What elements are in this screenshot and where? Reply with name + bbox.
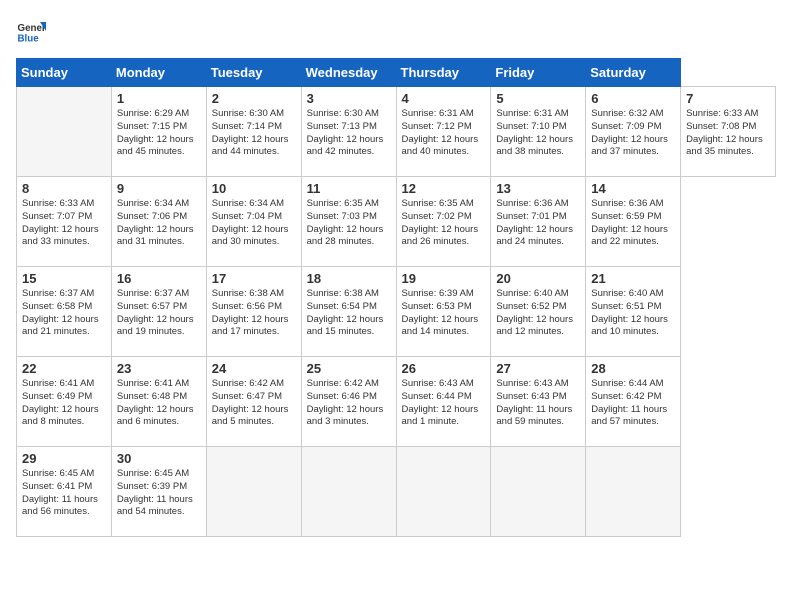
- calendar-week-4: 22Sunrise: 6:41 AMSunset: 6:49 PMDayligh…: [17, 357, 776, 447]
- table-row: 19Sunrise: 6:39 AMSunset: 6:53 PMDayligh…: [396, 267, 491, 357]
- svg-text:Blue: Blue: [18, 34, 40, 45]
- table-row: 20Sunrise: 6:40 AMSunset: 6:52 PMDayligh…: [491, 267, 586, 357]
- table-row: 4Sunrise: 6:31 AMSunset: 7:12 PMDaylight…: [396, 87, 491, 177]
- calendar-table: SundayMondayTuesdayWednesdayThursdayFrid…: [16, 58, 776, 537]
- logo: General Blue: [16, 16, 46, 46]
- table-row: [301, 447, 396, 537]
- table-row: [491, 447, 586, 537]
- table-row: 7Sunrise: 6:33 AMSunset: 7:08 PMDaylight…: [681, 87, 776, 177]
- calendar-header-row: SundayMondayTuesdayWednesdayThursdayFrid…: [17, 59, 776, 87]
- table-row: 28Sunrise: 6:44 AMSunset: 6:42 PMDayligh…: [586, 357, 681, 447]
- table-row: 1Sunrise: 6:29 AMSunset: 7:15 PMDaylight…: [111, 87, 206, 177]
- table-row: 8Sunrise: 6:33 AMSunset: 7:07 PMDaylight…: [17, 177, 112, 267]
- table-row: 6Sunrise: 6:32 AMSunset: 7:09 PMDaylight…: [586, 87, 681, 177]
- logo-icon: General Blue: [16, 16, 46, 46]
- table-row: 15Sunrise: 6:37 AMSunset: 6:58 PMDayligh…: [17, 267, 112, 357]
- table-row: 26Sunrise: 6:43 AMSunset: 6:44 PMDayligh…: [396, 357, 491, 447]
- table-row: 11Sunrise: 6:35 AMSunset: 7:03 PMDayligh…: [301, 177, 396, 267]
- calendar-header-friday: Friday: [491, 59, 586, 87]
- calendar-week-5: 29Sunrise: 6:45 AMSunset: 6:41 PMDayligh…: [17, 447, 776, 537]
- table-row: [206, 447, 301, 537]
- table-row: 22Sunrise: 6:41 AMSunset: 6:49 PMDayligh…: [17, 357, 112, 447]
- table-row: [586, 447, 681, 537]
- calendar-header-tuesday: Tuesday: [206, 59, 301, 87]
- svg-text:General: General: [18, 23, 47, 34]
- calendar-header-monday: Monday: [111, 59, 206, 87]
- table-row: 2Sunrise: 6:30 AMSunset: 7:14 PMDaylight…: [206, 87, 301, 177]
- calendar-header-thursday: Thursday: [396, 59, 491, 87]
- table-row: [396, 447, 491, 537]
- table-row: 10Sunrise: 6:34 AMSunset: 7:04 PMDayligh…: [206, 177, 301, 267]
- calendar-body: 1Sunrise: 6:29 AMSunset: 7:15 PMDaylight…: [17, 87, 776, 537]
- calendar-header-saturday: Saturday: [586, 59, 681, 87]
- table-row: 18Sunrise: 6:38 AMSunset: 6:54 PMDayligh…: [301, 267, 396, 357]
- table-row: 3Sunrise: 6:30 AMSunset: 7:13 PMDaylight…: [301, 87, 396, 177]
- table-row: 23Sunrise: 6:41 AMSunset: 6:48 PMDayligh…: [111, 357, 206, 447]
- table-row: 29Sunrise: 6:45 AMSunset: 6:41 PMDayligh…: [17, 447, 112, 537]
- table-row: 30Sunrise: 6:45 AMSunset: 6:39 PMDayligh…: [111, 447, 206, 537]
- table-row: 21Sunrise: 6:40 AMSunset: 6:51 PMDayligh…: [586, 267, 681, 357]
- table-row: 12Sunrise: 6:35 AMSunset: 7:02 PMDayligh…: [396, 177, 491, 267]
- table-row: 27Sunrise: 6:43 AMSunset: 6:43 PMDayligh…: [491, 357, 586, 447]
- table-row: 16Sunrise: 6:37 AMSunset: 6:57 PMDayligh…: [111, 267, 206, 357]
- table-row: 25Sunrise: 6:42 AMSunset: 6:46 PMDayligh…: [301, 357, 396, 447]
- table-row: 13Sunrise: 6:36 AMSunset: 7:01 PMDayligh…: [491, 177, 586, 267]
- table-row: 24Sunrise: 6:42 AMSunset: 6:47 PMDayligh…: [206, 357, 301, 447]
- calendar-week-1: 1Sunrise: 6:29 AMSunset: 7:15 PMDaylight…: [17, 87, 776, 177]
- calendar-header-sunday: Sunday: [17, 59, 112, 87]
- calendar-header-wednesday: Wednesday: [301, 59, 396, 87]
- table-row: 17Sunrise: 6:38 AMSunset: 6:56 PMDayligh…: [206, 267, 301, 357]
- table-row: 5Sunrise: 6:31 AMSunset: 7:10 PMDaylight…: [491, 87, 586, 177]
- table-row: 9Sunrise: 6:34 AMSunset: 7:06 PMDaylight…: [111, 177, 206, 267]
- page-header: General Blue: [16, 16, 776, 46]
- calendar-week-2: 8Sunrise: 6:33 AMSunset: 7:07 PMDaylight…: [17, 177, 776, 267]
- table-row: 14Sunrise: 6:36 AMSunset: 6:59 PMDayligh…: [586, 177, 681, 267]
- empty-cell: [17, 87, 112, 177]
- calendar-week-3: 15Sunrise: 6:37 AMSunset: 6:58 PMDayligh…: [17, 267, 776, 357]
